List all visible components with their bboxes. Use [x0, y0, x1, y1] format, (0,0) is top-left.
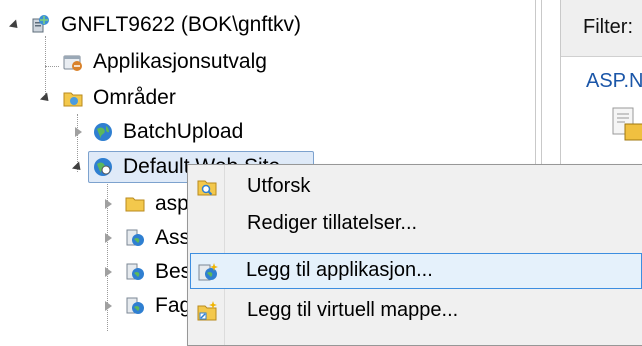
filter-label: Filter:: [583, 16, 633, 38]
expand-toggle[interactable]: [72, 126, 84, 138]
menu-item-explore[interactable]: Utforsk: [190, 169, 642, 205]
menu-item-label: Legg til applikasjon...: [246, 259, 433, 281]
tree-connector: [45, 36, 46, 66]
folder-icon: [125, 197, 145, 212]
filter-bar: Filter:: [561, 0, 642, 57]
collapse-toggle[interactable]: [39, 91, 53, 105]
expand-toggle[interactable]: [102, 232, 114, 244]
expand-toggle[interactable]: [102, 266, 114, 278]
menu-item-add-virtual-directory[interactable]: Legg til virtuell mappe...: [190, 293, 642, 329]
expand-toggle[interactable]: [102, 198, 114, 210]
web-app-icon: [126, 263, 144, 280]
menu-item-label: Rediger tillatelser...: [247, 212, 418, 234]
collapse-toggle[interactable]: [8, 18, 22, 32]
tree-item-label: GNFLT9622 (BOK\gnftkv): [61, 13, 302, 36]
globe-icon: [94, 123, 112, 141]
server-icon: [32, 15, 49, 33]
menu-item-label: Legg til virtuell mappe...: [247, 299, 459, 321]
explore-folder-icon: [197, 180, 217, 196]
collapse-toggle[interactable]: [71, 160, 85, 174]
add-application-icon: [198, 263, 218, 281]
tree-item-label: BatchUpload: [123, 120, 244, 143]
menu-item-edit-permissions[interactable]: Rediger tillatelser...: [190, 206, 642, 242]
feature-group-header[interactable]: ASP.N: [586, 70, 642, 93]
globe-icon: [94, 158, 112, 176]
menu-item-label: Utforsk: [247, 175, 311, 197]
sites-folder-icon: [63, 92, 83, 107]
tree-connector: [45, 66, 59, 67]
app-pools-icon: [63, 55, 82, 71]
feature-icon[interactable]: [609, 106, 642, 146]
web-app-icon: [126, 297, 144, 314]
tree-item-label: asp: [155, 192, 189, 215]
add-virtual-directory-icon: [197, 301, 217, 321]
web-app-icon: [126, 229, 144, 246]
expand-toggle[interactable]: [102, 300, 114, 312]
menu-item-add-application[interactable]: Legg til applikasjon...: [190, 253, 642, 289]
tree-item-label: Områder: [93, 86, 176, 109]
context-menu: Utforsk Rediger tillatelser... Legg til …: [187, 164, 642, 346]
tree-item-label: Applikasjonsutvalg: [93, 50, 267, 73]
